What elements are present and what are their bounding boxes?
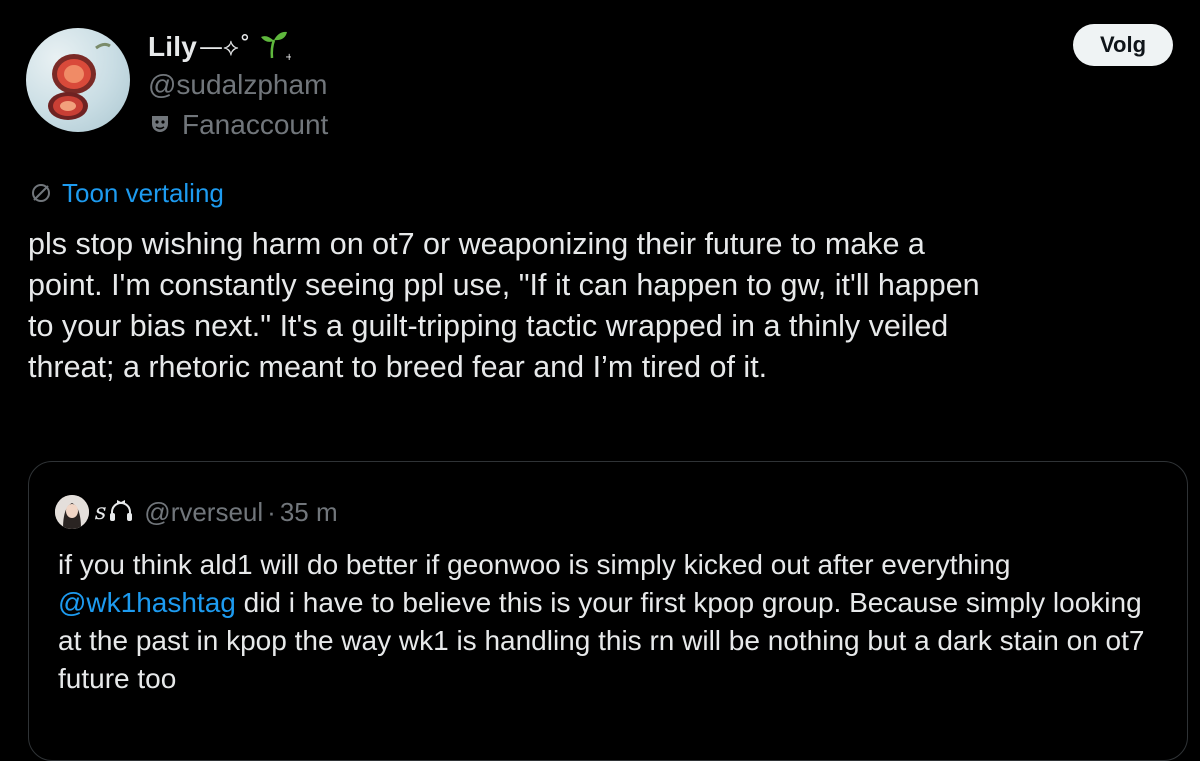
quoted-tweet-text: if you think ald1 will do better if geon… — [58, 546, 1158, 698]
author-avatar[interactable] — [26, 28, 130, 132]
translate-globe-icon — [32, 184, 50, 202]
account-label-row: Fanaccount — [148, 107, 328, 143]
quoted-author-decoration: ꜱ — [95, 499, 107, 525]
theater-mask-icon — [152, 116, 168, 132]
account-label: Fanaccount — [182, 109, 329, 140]
author-header: Lily —⟡˚ + @sudalzpham Fanaccount — [148, 30, 328, 143]
author-name-row[interactable]: Lily —⟡˚ + — [148, 30, 328, 64]
author-display-name[interactable]: Lily — [148, 31, 197, 63]
quoted-text-before: if you think ald1 will do better if geon… — [58, 549, 1011, 580]
show-translation-link[interactable]: Toon vertaling — [62, 178, 224, 209]
quoted-separator: · — [267, 496, 276, 527]
quoted-author-handle[interactable]: @rverseul — [144, 497, 263, 528]
tweet-text: pls stop wishing harm on ot7 or weaponiz… — [28, 227, 980, 384]
author-handle[interactable]: @sudalzpham — [148, 67, 328, 103]
quoted-tweet-header: ꜱ @rverseul · 35 m — [55, 494, 338, 530]
quoted-avatar-image — [55, 495, 89, 529]
svg-text:+: + — [285, 52, 291, 62]
follow-button[interactable]: Volg — [1073, 24, 1173, 66]
tweet-card: Lily —⟡˚ + @sudalzpham Fanaccount Volg T… — [0, 0, 1200, 761]
quoted-tweet[interactable]: ꜱ @rverseul · 35 m if you think ald1 wil… — [28, 461, 1188, 761]
author-name-decoration: —⟡˚ — [199, 33, 251, 61]
fig-avatar-image — [48, 42, 111, 120]
quoted-timestamp[interactable]: 35 m — [280, 497, 338, 528]
translate-row[interactable]: Toon vertaling — [30, 176, 224, 210]
sprout-icon: + — [257, 28, 293, 67]
headphones-bow-icon — [110, 500, 133, 521]
quoted-author-avatar[interactable] — [55, 495, 89, 529]
mention-link[interactable]: @wk1hashtag — [58, 587, 236, 618]
